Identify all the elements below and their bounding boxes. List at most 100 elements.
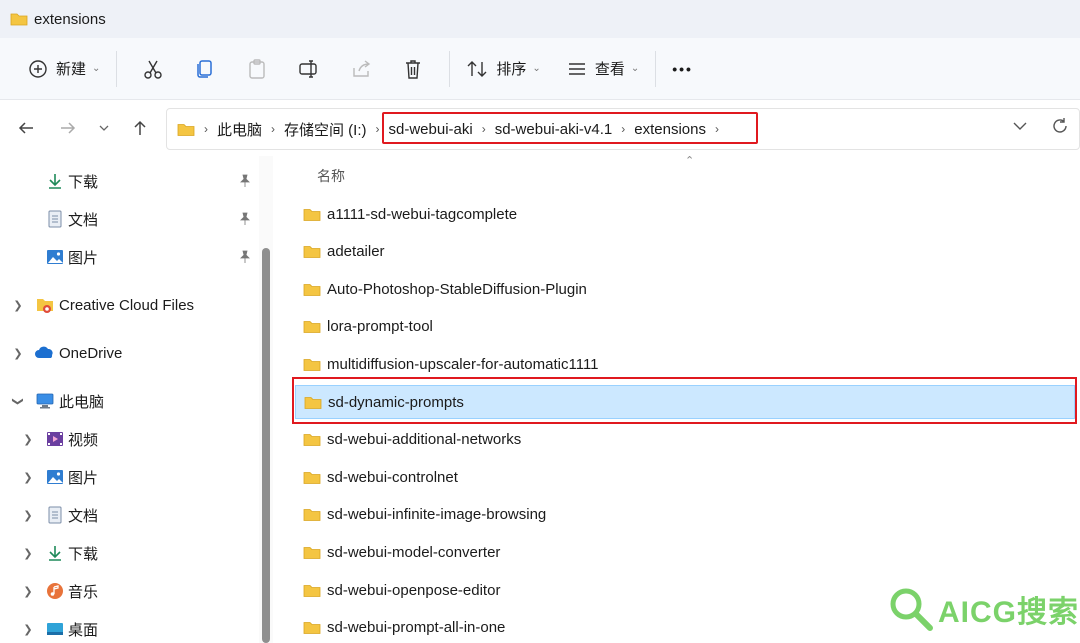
file-row[interactable]: Auto-Photoshop-StableDiffusion-Plugin	[295, 272, 1075, 306]
sidebar-item-label: 桌面	[68, 621, 99, 639]
file-row[interactable]: adetailer	[295, 235, 1075, 269]
sidebar-item-onedrive[interactable]: ❯ OneDrive	[0, 338, 258, 368]
title-bar: extensions	[0, 0, 1080, 38]
address-row: › 此电脑 › 存储空间 (I:) › sd-webui-aki › sd-we…	[0, 100, 1080, 156]
sidebar-item-pictures[interactable]: 图片	[0, 242, 260, 272]
onedrive-icon	[35, 346, 53, 358]
breadcrumb-sd-webui-aki[interactable]: sd-webui-aki	[389, 121, 473, 138]
expand-chevron-icon[interactable]: ❯	[21, 509, 35, 522]
up-button[interactable]	[128, 116, 152, 140]
window-title: extensions	[34, 10, 106, 28]
watermark-text: AICG搜索	[938, 596, 1079, 629]
navigation-pane: 下载 文档 图片 ❯ Creative Cloud Files ❯ OneDri…	[0, 156, 275, 643]
refresh-button[interactable]	[1051, 117, 1069, 139]
file-name: sd-webui-prompt-all-in-one	[327, 619, 506, 637]
folder-icon	[303, 321, 321, 334]
chevron-down-icon	[1013, 122, 1027, 130]
file-name: sd-webui-model-converter	[327, 543, 501, 561]
arrow-left-icon	[18, 122, 33, 134]
sort-button-label: 排序	[496, 61, 527, 78]
file-row[interactable]: sd-dynamic-prompts	[295, 385, 1075, 419]
file-list: ⌃ 名称 a1111-sd-webui-tagcomplete adetailer…	[275, 155, 1080, 643]
breadcrumb-separator-icon: ›	[204, 122, 208, 136]
breadcrumb-separator-icon: ›	[714, 122, 719, 136]
expand-chevron-icon[interactable]: ❯	[21, 585, 35, 598]
file-row[interactable]: sd-webui-additional-networks	[295, 423, 1075, 457]
folder-icon	[303, 283, 321, 296]
breadcrumb-extensions[interactable]: extensions	[634, 121, 706, 138]
sidebar-item-pc-documents[interactable]: ❯ 文档	[0, 500, 258, 530]
expand-chevron-icon[interactable]: ❯	[21, 471, 35, 484]
address-bar[interactable]: › 此电脑 › 存储空间 (I:) › sd-webui-aki › sd-we…	[166, 108, 1080, 150]
pin-icon[interactable]	[238, 212, 252, 226]
file-row[interactable]: a1111-sd-webui-tagcomplete	[295, 197, 1075, 231]
videos-icon	[47, 432, 63, 446]
sidebar-item-label: 图片	[68, 249, 99, 267]
file-row[interactable]: sd-webui-model-converter	[295, 535, 1075, 569]
sidebar-scrollbar-thumb[interactable]	[262, 248, 270, 643]
sidebar-item-pc-downloads[interactable]: ❯ 下载	[0, 538, 258, 568]
sort-icon	[467, 60, 487, 77]
chevron-down-icon: ⌄	[630, 63, 640, 74]
column-header-name[interactable]: 名称	[317, 166, 345, 186]
back-button[interactable]	[14, 116, 38, 140]
view-button[interactable]: 查看 ⌄	[561, 49, 645, 89]
view-button-label: 查看	[594, 61, 625, 78]
pin-icon[interactable]	[238, 174, 252, 188]
folder-icon	[303, 622, 321, 634]
rename-button[interactable]	[291, 49, 327, 89]
chevron-down-icon: ⌄	[532, 63, 541, 74]
file-name: sd-webui-infinite-image-browsing	[327, 506, 547, 524]
expand-chevron-icon[interactable]: ❯	[21, 547, 35, 560]
more-options-button[interactable]: •••	[666, 49, 699, 89]
folder-icon	[303, 434, 321, 446]
sort-button[interactable]: 排序 ⌄	[460, 49, 546, 89]
copy-button[interactable]	[187, 49, 223, 89]
plus-circle-icon	[29, 59, 47, 78]
sidebar-item-downloads[interactable]: 下载	[0, 166, 260, 196]
expand-chevron-icon[interactable]: ❯	[11, 347, 25, 360]
watermark: AICG搜索	[888, 586, 1079, 632]
sidebar-item-desktop[interactable]: ❯ 桌面	[0, 614, 258, 643]
file-row[interactable]: multidiffusion-upscaler-for-automatic111…	[295, 347, 1075, 381]
pictures-icon	[47, 250, 63, 264]
file-name: Auto-Photoshop-StableDiffusion-Plugin	[327, 280, 587, 298]
breadcrumb-this-pc[interactable]: 此电脑	[217, 119, 262, 140]
breadcrumb-drive[interactable]: 存储空间 (I:)	[284, 119, 367, 140]
breadcrumb-sd-webui-aki-v41[interactable]: sd-webui-aki-v4.1	[495, 121, 613, 138]
share-button[interactable]	[343, 49, 379, 89]
expand-chevron-icon[interactable]: ❯	[11, 299, 25, 312]
command-bar: 新建 ⌄ 排序 ⌄ 查看 ⌄ •••	[0, 38, 1080, 100]
folder-icon	[303, 246, 321, 258]
forward-button[interactable]	[56, 116, 80, 140]
file-name: a1111-sd-webui-tagcomplete	[327, 205, 518, 223]
delete-button[interactable]	[395, 49, 431, 89]
file-row[interactable]: sd-webui-controlnet	[295, 460, 1075, 494]
folder-icon	[303, 546, 321, 559]
expand-chevron-icon[interactable]: ❯	[21, 433, 35, 446]
file-name: lora-prompt-tool	[327, 318, 433, 336]
folder-icon	[303, 208, 321, 221]
sidebar-item-documents[interactable]: 文档	[0, 204, 260, 234]
chevron-down-icon	[99, 125, 109, 131]
sidebar-item-pc-pictures[interactable]: ❯ 图片	[0, 462, 258, 492]
recent-locations-button[interactable]	[92, 116, 116, 140]
this-pc-icon	[36, 393, 54, 409]
sidebar-item-creative-cloud[interactable]: ❯ Creative Cloud Files	[0, 290, 258, 320]
paste-button[interactable]	[239, 49, 275, 89]
expand-chevron-icon[interactable]: ❯	[12, 394, 25, 408]
file-name: sd-dynamic-prompts	[328, 393, 464, 411]
sidebar-item-music[interactable]: ❯ 音乐	[0, 576, 258, 606]
address-dropdown-button[interactable]	[1011, 117, 1029, 139]
file-row[interactable]: lora-prompt-tool	[295, 310, 1075, 344]
pin-icon[interactable]	[238, 250, 252, 264]
folder-icon	[303, 584, 321, 597]
expand-chevron-icon[interactable]: ❯	[21, 623, 35, 636]
sidebar-item-videos[interactable]: ❯ 视频	[0, 424, 258, 454]
cut-button[interactable]	[135, 49, 171, 89]
sidebar-item-this-pc[interactable]: ❯ 此电脑	[0, 386, 258, 416]
file-row[interactable]: sd-webui-infinite-image-browsing	[295, 498, 1075, 532]
download-icon	[49, 174, 61, 189]
arrow-right-icon	[61, 122, 76, 134]
new-button[interactable]: 新建 ⌄	[22, 49, 106, 89]
